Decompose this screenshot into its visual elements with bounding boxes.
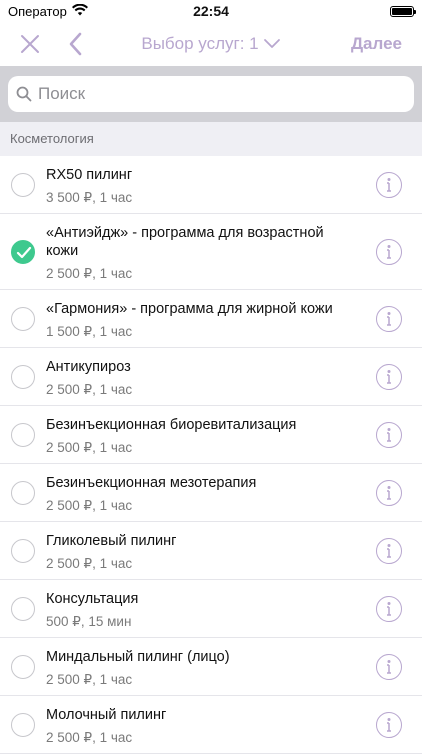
service-row[interactable]: Безинъекционная мезотерапия 2 500 ₽, 1 ча… — [0, 464, 422, 522]
checkbox-empty-icon[interactable] — [11, 539, 35, 563]
service-name: Гликолевый пилинг — [46, 533, 177, 549]
info-icon[interactable] — [376, 239, 402, 265]
service-row[interactable]: Гликолевый пилинг 2 500 ₽, 1 час — [0, 522, 422, 580]
service-name: RX50 пилинг — [46, 167, 133, 183]
info-icon[interactable] — [376, 422, 402, 448]
chevron-down-icon — [263, 39, 280, 48]
nav-title: Выбор услуг: 1 — [141, 34, 259, 53]
checkbox-empty-icon[interactable] — [11, 307, 35, 331]
checkbox-empty-icon[interactable] — [11, 713, 35, 737]
service-name: Безинъекционная мезотерапия — [46, 475, 257, 491]
service-row[interactable]: Консультация 500 ₽, 15 мин — [0, 580, 422, 638]
service-name: Антикупироз — [46, 359, 131, 375]
service-price-duration: 2 500 ₽, 1 час — [46, 382, 133, 397]
checkbox-empty-icon[interactable] — [11, 481, 35, 505]
status-time: 22:54 — [193, 3, 229, 19]
service-row[interactable]: RX50 пилинг 3 500 ₽, 1 час — [0, 156, 422, 214]
service-price-duration: 2 500 ₽, 1 час — [46, 266, 133, 281]
info-icon[interactable] — [376, 364, 402, 390]
search-bar — [0, 66, 422, 122]
service-row[interactable]: Антикупироз 2 500 ₽, 1 час — [0, 348, 422, 406]
search-icon — [16, 86, 32, 102]
service-row[interactable]: Миндальный пилинг (лицо) 2 500 ₽, 1 час — [0, 638, 422, 696]
service-name: Молочный пилинг — [46, 707, 167, 723]
service-list: RX50 пилинг 3 500 ₽, 1 час «Антиэйдж» - пр… — [0, 156, 422, 754]
service-price-duration: 2 500 ₽, 1 час — [46, 556, 133, 571]
service-name: Безинъекционная биоревитализация — [46, 417, 297, 433]
navigation-bar: Выбор услуг: 1 Далее — [0, 22, 422, 66]
checkbox-empty-icon[interactable] — [11, 173, 35, 197]
info-icon[interactable] — [376, 480, 402, 506]
service-name: «Гармония» - программа для жирной кожи — [46, 301, 333, 317]
checkbox-empty-icon[interactable] — [11, 423, 35, 447]
service-price-duration: 2 500 ₽, 1 час — [46, 672, 133, 687]
info-icon[interactable] — [376, 306, 402, 332]
service-row[interactable]: Молочный пилинг 2 500 ₽, 1 час — [0, 696, 422, 754]
checkmark-selected-icon[interactable] — [11, 240, 35, 264]
search-field[interactable] — [8, 76, 414, 112]
service-name: Консультация — [46, 591, 139, 607]
info-icon[interactable] — [376, 712, 402, 738]
next-button[interactable]: Далее — [351, 22, 402, 66]
service-row[interactable]: «Антиэйдж» - программа для возрастной ко… — [0, 214, 422, 290]
service-price-duration: 500 ₽, 15 мин — [46, 614, 132, 629]
checkbox-empty-icon[interactable] — [11, 365, 35, 389]
service-name: Миндальный пилинг (лицо) — [46, 649, 230, 665]
search-input[interactable] — [38, 84, 368, 104]
info-icon[interactable] — [376, 596, 402, 622]
service-row[interactable]: «Гармония» - программа для жирной кожи 1 … — [0, 290, 422, 348]
service-row[interactable]: Безинъекционная биоревитализация 2 500 ₽,… — [0, 406, 422, 464]
service-price-duration: 2 500 ₽, 1 час — [46, 498, 133, 513]
service-price-duration: 1 500 ₽, 1 час — [46, 324, 133, 339]
info-icon[interactable] — [376, 654, 402, 680]
info-icon[interactable] — [376, 538, 402, 564]
checkbox-empty-icon[interactable] — [11, 655, 35, 679]
service-price-duration: 2 500 ₽, 1 час — [46, 730, 133, 745]
info-icon[interactable] — [376, 172, 402, 198]
section-header: Косметология — [0, 122, 422, 156]
service-price-duration: 2 500 ₽, 1 час — [46, 440, 133, 455]
service-price-duration: 3 500 ₽, 1 час — [46, 190, 133, 205]
checkbox-empty-icon[interactable] — [11, 597, 35, 621]
service-name: «Антиэйдж» - программа для возрастной ко… — [46, 225, 324, 259]
